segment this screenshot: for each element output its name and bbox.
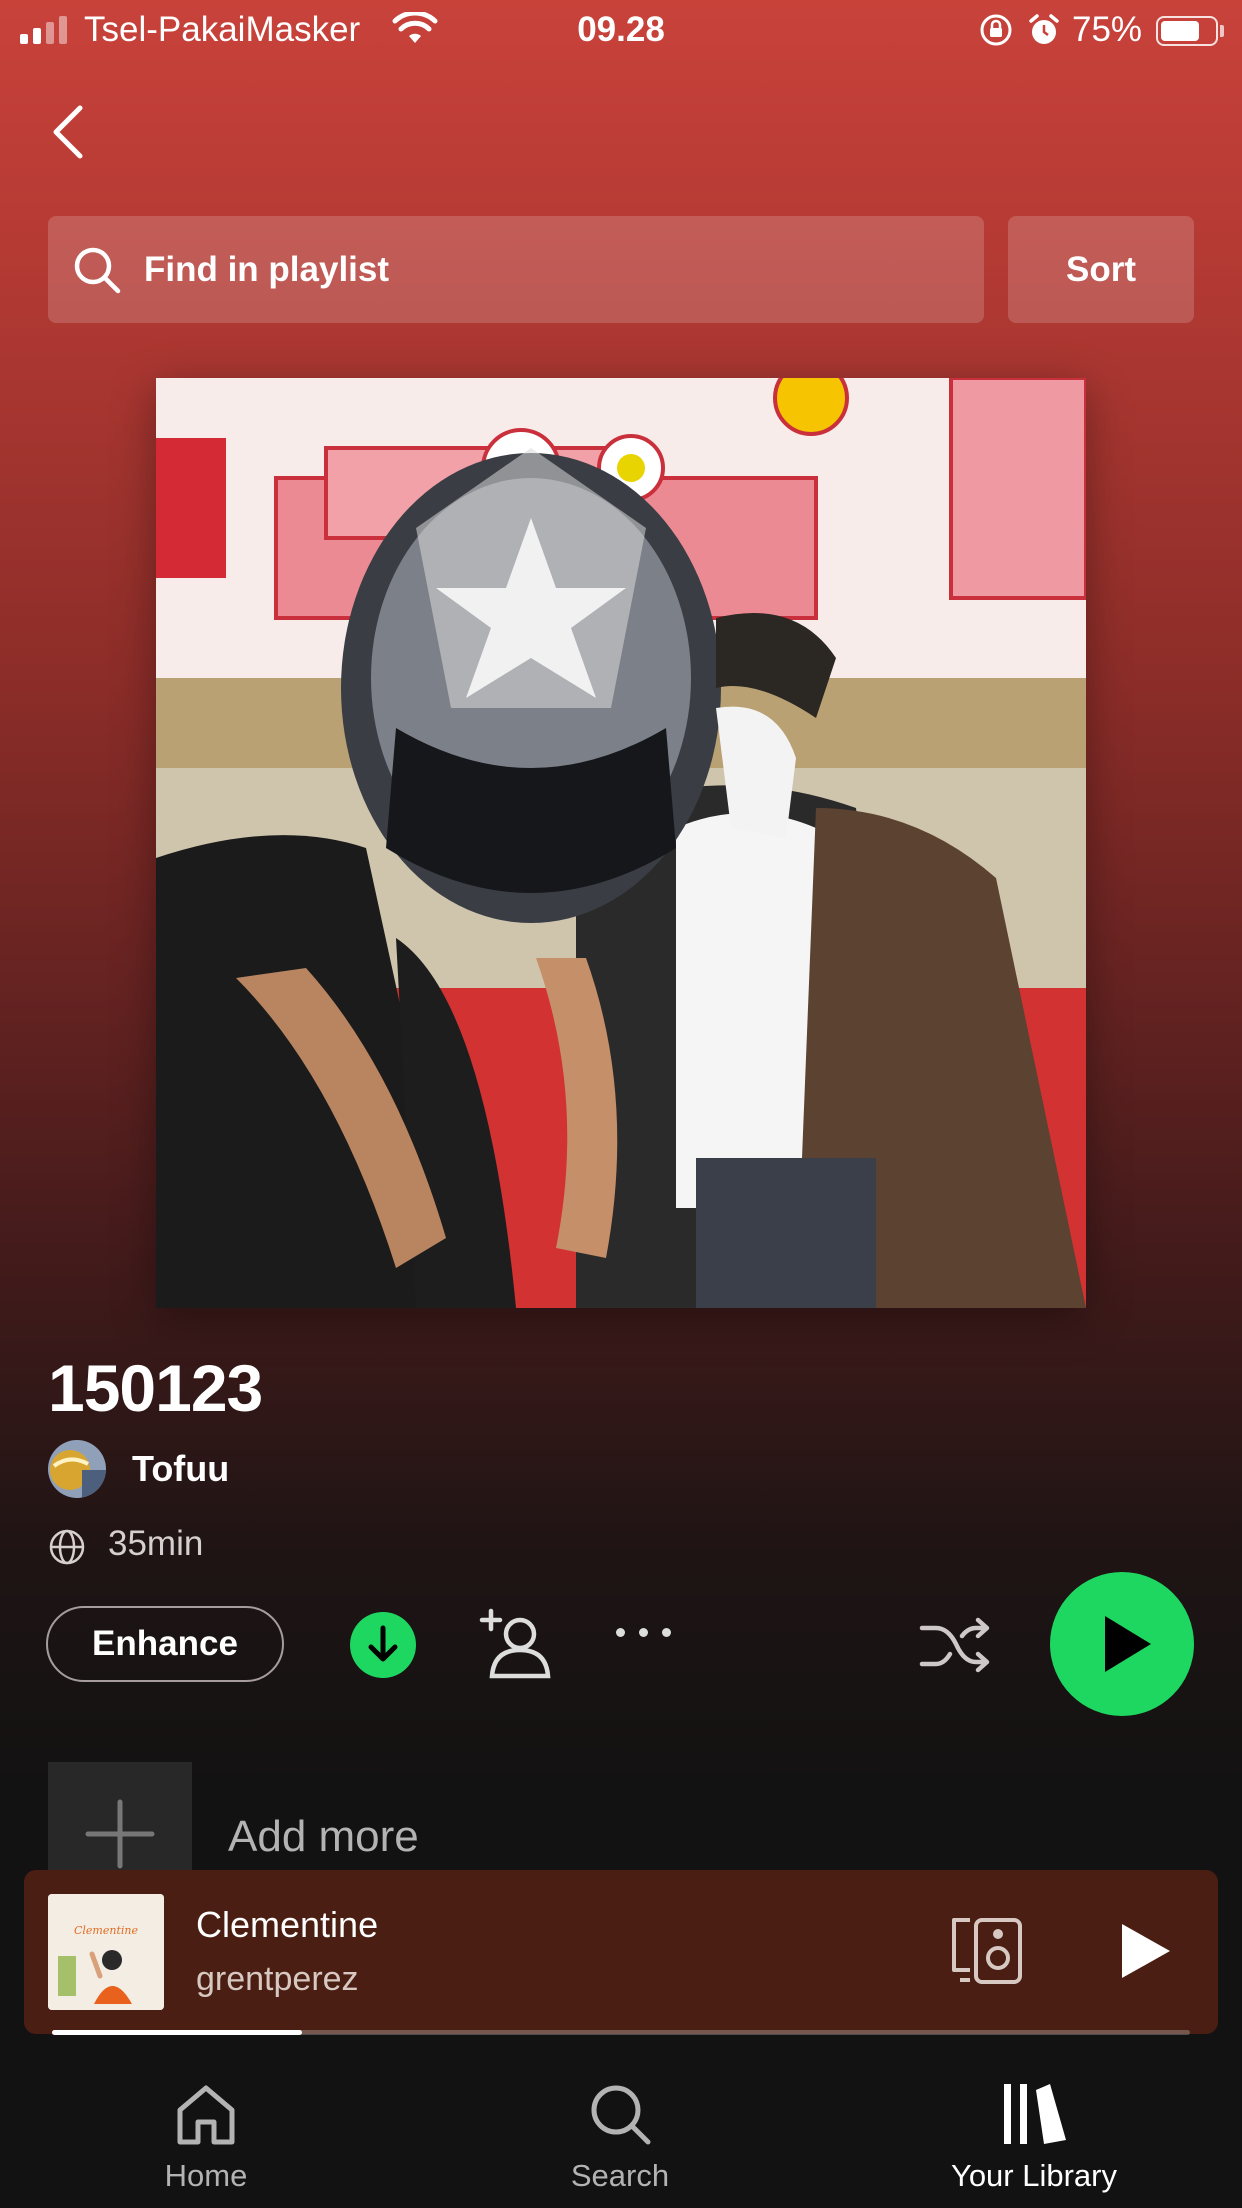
alarm-icon <box>1029 14 1059 44</box>
nav-label-search: Search <box>570 2158 670 2193</box>
more-icon <box>616 1628 625 1637</box>
devices-icon <box>952 1918 1022 1984</box>
library-icon <box>1004 2084 1066 2144</box>
avatar[interactable] <box>48 1440 106 1498</box>
nav-label-home: Home <box>164 2158 248 2193</box>
add-user-icon <box>479 1608 551 1679</box>
now-playing-artist: grentperez <box>196 1960 359 1998</box>
enhance-button[interactable]: Enhance <box>46 1606 284 1682</box>
play-icon <box>1105 1616 1151 1672</box>
playlist-cover-image <box>156 378 1086 1308</box>
rotation-lock-icon <box>980 14 1012 46</box>
home-icon <box>177 2085 235 2145</box>
globe-icon <box>49 1529 85 1565</box>
nav-item-home[interactable]: Home <box>56 2080 356 2194</box>
playback-progress-fill <box>52 2030 303 2035</box>
nav-item-search[interactable]: Search <box>470 2080 770 2194</box>
mini-player[interactable]: Clementine Clementine grentperez <box>24 1870 1218 2034</box>
connect-device-button[interactable] <box>948 1914 1028 1990</box>
download-button[interactable] <box>350 1612 416 1678</box>
more-options-button[interactable] <box>616 1628 671 1637</box>
nav-label-your-library: Your Library <box>950 2158 1117 2193</box>
now-playing-title: Clementine <box>196 1904 379 1945</box>
now-playing-album-art: Clementine <box>48 1894 164 2010</box>
battery-percent: 75% <box>1072 10 1143 49</box>
add-user-button[interactable] <box>476 1606 556 1682</box>
bottom-navigation: Home Search Your Library <box>0 2050 1242 2208</box>
playlist-title: 150123 <box>48 1351 263 1425</box>
playlist-duration: 35min <box>108 1524 204 1563</box>
playback-progress-bar[interactable] <box>52 2030 1190 2035</box>
owner-name[interactable]: Tofuu <box>132 1448 229 1490</box>
shuffle-button[interactable] <box>918 1614 994 1678</box>
play-button[interactable] <box>1050 1572 1194 1716</box>
search-icon <box>591 2085 651 2145</box>
album-art-title: Clementine <box>74 1924 138 1937</box>
add-more-label[interactable]: Add more <box>228 1812 419 1862</box>
search-icon <box>74 247 121 293</box>
find-in-playlist-input[interactable]: Find in playlist <box>48 216 984 323</box>
find-placeholder: Find in playlist <box>144 249 390 289</box>
download-icon <box>368 1625 398 1662</box>
mini-player-play-button[interactable] <box>1112 1918 1178 1984</box>
back-button[interactable] <box>44 100 94 164</box>
battery-icon <box>1156 16 1218 46</box>
shuffle-icon <box>919 1617 990 1673</box>
plus-icon <box>85 1799 155 1869</box>
play-icon <box>1122 1924 1170 1978</box>
status-bar: Tsel-PakaiMasker 09.28 75% <box>0 0 1242 62</box>
nav-item-your-library[interactable]: Your Library <box>884 2080 1184 2194</box>
chevron-left-icon <box>53 105 83 159</box>
sort-button[interactable]: Sort <box>1008 216 1194 323</box>
